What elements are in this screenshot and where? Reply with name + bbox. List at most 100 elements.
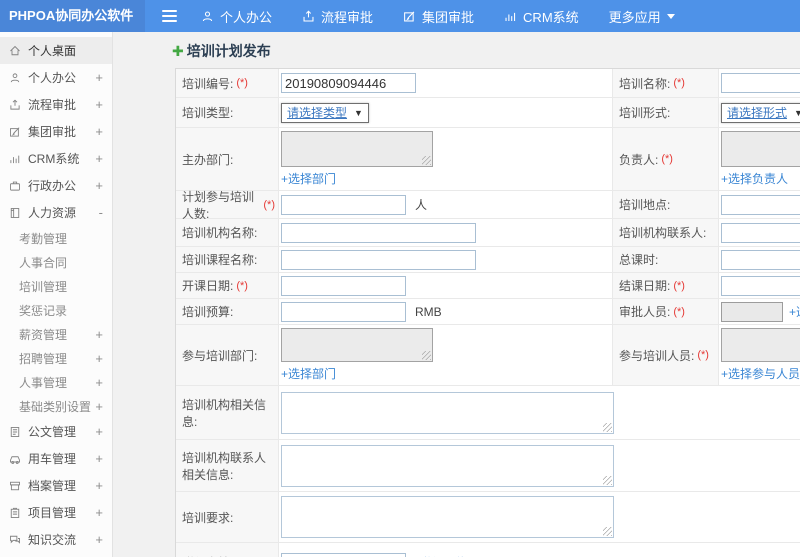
sidebar-item-base-category-settings[interactable]: 基础类别设置 + <box>0 394 112 418</box>
menu-item-crm-system[interactable]: CRM系统 <box>504 7 579 26</box>
sidebar-label: 培训管理 <box>19 279 68 294</box>
menu-item-workflow-approval[interactable]: 流程审批 <box>302 7 373 26</box>
select-leader-link[interactable]: +选择负责人 <box>721 170 788 187</box>
field-cell: RMB <box>279 299 613 324</box>
menu-toggle-icon[interactable] <box>162 7 177 25</box>
expand-icon[interactable]: + <box>95 400 103 413</box>
user-icon <box>201 10 214 23</box>
expand-icon[interactable]: + <box>95 179 103 192</box>
field-cell: +选择负责人 <box>719 128 800 190</box>
required-mark: (*) <box>673 279 685 292</box>
car-icon <box>9 453 21 465</box>
training-form-label: 培训形式: <box>613 98 719 127</box>
expand-icon[interactable]: + <box>95 152 103 165</box>
org-name-field[interactable] <box>281 222 476 243</box>
training-name-label: 培训名称: (*) <box>613 69 719 97</box>
sidebar-item-reward-record[interactable]: 奖惩记录 <box>0 298 112 322</box>
expand-icon[interactable]: + <box>95 71 103 84</box>
expand-icon[interactable]: + <box>95 533 103 546</box>
sidebar-item-personal-office[interactable]: 个人办公 + <box>0 64 112 91</box>
form-row: 培训机构名称: 培训机构联系人: <box>176 219 800 247</box>
training-name-field[interactable] <box>721 73 800 93</box>
menu-item-more-apps[interactable]: 更多应用 <box>609 7 675 26</box>
edit-icon <box>403 10 416 23</box>
currency-suffix: RMB <box>415 304 442 319</box>
approver-field[interactable] <box>721 301 783 322</box>
planned-trainees-field[interactable] <box>281 194 406 215</box>
sidebar-item-crm-system[interactable]: CRM系统 + <box>0 145 112 172</box>
training-require-textarea[interactable] <box>281 496 614 538</box>
required-mark: (*) <box>236 77 248 89</box>
join-person-textarea[interactable] <box>721 328 800 362</box>
sidebar-item-salary-mgmt[interactable]: 薪资管理 + <box>0 322 112 346</box>
start-date-field[interactable] <box>281 275 406 296</box>
expand-icon[interactable]: + <box>95 479 103 492</box>
select-approver-link[interactable]: +选择审批人员 <box>789 303 800 320</box>
sidebar-item-knowledge-exchange[interactable]: 知识交流 + <box>0 526 112 553</box>
attachment-label: 附件文档: <box>176 543 279 557</box>
select-value: 请选择形式 <box>727 106 788 120</box>
expand-icon[interactable]: + <box>95 452 103 465</box>
training-type-label: 培训类型: <box>176 98 279 127</box>
join-dept-textarea[interactable] <box>281 328 433 362</box>
field-cell <box>279 492 800 542</box>
training-type-select[interactable]: 请选择类型 ▼ <box>281 102 369 123</box>
join-dept-label: 参与培训部门: <box>176 325 279 385</box>
field-cell <box>719 191 800 218</box>
expand-icon[interactable]: + <box>95 352 103 365</box>
sidebar-label: 档案管理 <box>28 479 77 493</box>
select-dept-link[interactable]: +选择部门 <box>281 170 336 187</box>
expand-icon[interactable]: + <box>95 328 103 341</box>
field-cell: +附件上传 <box>279 543 800 557</box>
sidebar-label: 考勤管理 <box>19 231 68 246</box>
join-person-select-link[interactable]: +选择参与人员 <box>721 365 800 382</box>
sidebar-item-hr-contract[interactable]: 人事合同 <box>0 250 112 274</box>
field-cell <box>279 69 613 97</box>
expand-icon[interactable]: + <box>95 376 103 389</box>
training-form-select[interactable]: 请选择形式 ▼ <box>721 102 800 123</box>
attachment-field[interactable] <box>281 552 406 557</box>
sidebar-item-document-mgmt[interactable]: 公文管理 + <box>0 418 112 445</box>
org-info-textarea[interactable] <box>281 391 614 434</box>
sidebar-item-admin-office[interactable]: 行政办公 + <box>0 172 112 199</box>
sidebar-item-workflow-approval[interactable]: 流程审批 + <box>0 91 112 118</box>
host-dept-textarea[interactable] <box>281 131 433 167</box>
expand-icon[interactable]: + <box>95 425 103 438</box>
expand-icon[interactable]: + <box>95 506 103 519</box>
briefcase-icon <box>9 180 21 192</box>
bar-chart-icon <box>9 153 21 165</box>
form-row: 培训编号:(*) 培训名称:(*) <box>176 69 800 98</box>
sidebar-item-archive-mgmt[interactable]: 档案管理 + <box>0 472 112 499</box>
sidebar-item-personal-desktop[interactable]: 个人桌面 <box>0 37 112 64</box>
sidebar-item-group-approval[interactable]: 集团审批 + <box>0 118 112 145</box>
sidebar-item-attendance-mgmt[interactable]: 考勤管理 <box>0 226 112 250</box>
course-name-field[interactable] <box>281 249 476 270</box>
budget-field[interactable] <box>281 301 406 322</box>
expand-icon[interactable]: + <box>95 98 103 111</box>
menu-item-group-approval[interactable]: 集团审批 <box>403 7 474 26</box>
sidebar-item-human-resources[interactable]: 人力资源 - <box>0 199 112 226</box>
join-dept-select-link[interactable]: +选择部门 <box>281 365 336 382</box>
end-date-label: 结课日期: (*) <box>613 273 719 298</box>
leader-label: 负责人: (*) <box>613 128 719 190</box>
menu-item-personal-office[interactable]: 个人办公 <box>201 7 272 26</box>
form-row: 培训类型: 请选择类型 ▼ 培训形式: 请选择形式 ▼ <box>176 98 800 128</box>
sidebar-item-vehicle-mgmt[interactable]: 用车管理 + <box>0 445 112 472</box>
leader-textarea[interactable] <box>721 131 800 167</box>
sidebar-item-recruit-mgmt[interactable]: 招聘管理 + <box>0 346 112 370</box>
menu-label: 流程审批 <box>321 9 374 25</box>
end-date-field[interactable] <box>721 275 800 296</box>
form-row: 开课日期: (*) 结课日期: (*) <box>176 273 800 299</box>
training-place-field[interactable] <box>721 194 800 215</box>
sidebar-item-training-mgmt[interactable]: 培训管理 <box>0 274 112 298</box>
archive-icon <box>9 480 21 492</box>
org-contact-info-textarea[interactable] <box>281 444 614 487</box>
collapse-icon[interactable]: - <box>99 206 103 219</box>
expand-icon[interactable]: + <box>95 125 103 138</box>
total-hours-field[interactable] <box>721 249 800 270</box>
sidebar-item-personnel-mgmt[interactable]: 人事管理 + <box>0 370 112 394</box>
planned-num-label: 计划参与培训人数: (*) <box>176 190 279 221</box>
sidebar-item-project-mgmt[interactable]: 项目管理 + <box>0 499 112 526</box>
org-contact-field[interactable] <box>721 222 800 243</box>
training-no-field[interactable] <box>281 73 416 93</box>
